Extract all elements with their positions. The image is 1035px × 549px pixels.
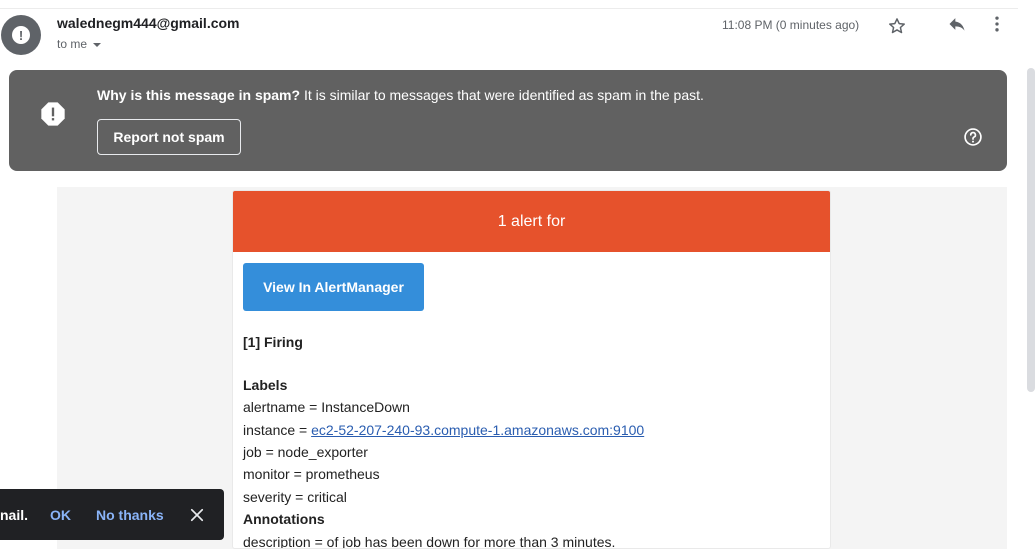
snackbar-text: nail. — [0, 506, 29, 523]
recipient-label: to me — [57, 37, 88, 51]
label-severity: severity = critical — [243, 489, 347, 505]
help-icon[interactable] — [963, 127, 983, 147]
spam-reason: Why is this message in spam? It is simil… — [97, 87, 704, 103]
label-job: job = node_exporter — [243, 444, 368, 460]
instance-link[interactable]: ec2-52-207-240-93.compute-1.amazonaws.co… — [311, 422, 644, 438]
spam-reason-text: It is similar to messages that were iden… — [300, 87, 704, 103]
spam-avatar-icon: ! — [12, 26, 30, 44]
alert-header: 1 alert for — [233, 191, 830, 252]
label-alertname: alertname = InstanceDown — [243, 399, 410, 415]
spam-warning-icon — [39, 100, 67, 128]
sender-email[interactable]: walednegm444@gmail.com — [57, 15, 240, 31]
star-icon[interactable] — [885, 14, 909, 38]
label-instance-prefix: instance = — [243, 422, 312, 438]
annotation-description: description = of job has been down for m… — [243, 534, 616, 549]
sender-avatar[interactable]: ! — [1, 15, 41, 55]
reply-icon[interactable] — [945, 12, 969, 36]
snackbar: nail. OK No thanks — [0, 489, 224, 540]
spam-banner: Why is this message in spam? It is simil… — [9, 70, 1007, 171]
chevron-down-icon[interactable] — [93, 42, 102, 47]
view-in-alertmanager-button[interactable]: View In AlertManager — [243, 263, 424, 311]
label-monitor: monitor = prometheus — [243, 466, 380, 482]
alert-card: 1 alert for View In AlertManager [1] Fir… — [232, 190, 831, 549]
scrollbar-thumb[interactable] — [1027, 68, 1035, 392]
spam-reason-title: Why is this message in spam? — [97, 87, 301, 103]
snackbar-ok-button[interactable]: OK — [50, 507, 71, 523]
report-not-spam-button[interactable]: Report not spam — [97, 119, 241, 155]
close-icon[interactable] — [188, 506, 206, 524]
annotations-heading: Annotations — [243, 511, 325, 527]
more-vert-icon[interactable] — [985, 12, 1009, 36]
label-instance: instance = ec2-52-207-240-93.compute-1.a… — [243, 422, 644, 438]
labels-heading: Labels — [243, 377, 288, 393]
firing-count: [1] Firing — [243, 334, 303, 350]
snackbar-no-thanks-button[interactable]: No thanks — [96, 507, 164, 523]
message-time: 11:08 PM (0 minutes ago) — [722, 18, 860, 32]
recipient-details[interactable]: to me — [57, 37, 102, 51]
top-divider — [0, 8, 1018, 9]
